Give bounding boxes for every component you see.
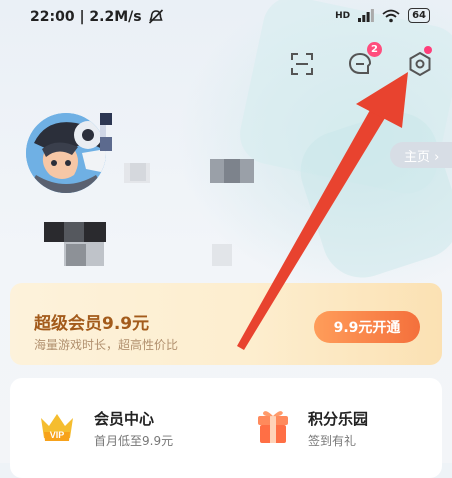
signal-type: HD: [335, 10, 351, 21]
homepage-button[interactable]: 主页 ›: [390, 142, 452, 168]
blurred-nickname-mosaic: [100, 113, 112, 151]
vip-open-button[interactable]: 9.9元开通: [314, 311, 420, 343]
vip-crown-icon: VIP: [41, 414, 73, 441]
avatar[interactable]: [26, 113, 106, 193]
avatar-image: [26, 113, 106, 193]
status-left: 22:00 | 2.2M/s: [30, 9, 165, 25]
blurred-id-mosaic: [44, 222, 232, 266]
entry-title-member-center[interactable]: 会员中心: [94, 408, 154, 429]
vip-banner-title: 超级会员9.9元: [34, 314, 150, 334]
svg-text:VIP: VIP: [50, 430, 65, 440]
status-bar: 22:00 | 2.2M/s HD 64: [0, 0, 452, 34]
status-time-speed: 22:00 | 2.2M/s: [30, 9, 142, 25]
vip-banner[interactable]: 超级会员9.9元 海量游戏时长，超高性价比 9.9元开通: [10, 283, 442, 365]
gift-box-icon: [258, 411, 288, 443]
battery-indicator: 64: [408, 8, 430, 23]
entry-subtitle-points-park: 签到有礼: [308, 434, 357, 448]
mute-notification-icon: [148, 9, 163, 24]
feature-entries-card: VIP 会员中心 首月低至9.9元 积分乐园 签到有礼: [10, 378, 442, 478]
scan-icon[interactable]: [288, 50, 316, 78]
wifi-icon: [382, 9, 400, 22]
entry-subtitle-member-center: 首月低至9.9元: [94, 434, 174, 448]
signal-icon: [358, 9, 374, 22]
settings-icon[interactable]: [406, 50, 434, 78]
message-badge: 2: [367, 42, 382, 57]
blurred-nickname-mosaic: [124, 159, 254, 183]
settings-notification-dot: [424, 46, 432, 54]
entry-title-points-park[interactable]: 积分乐园: [308, 408, 368, 429]
vip-banner-subtitle: 海量游戏时长，超高性价比: [34, 338, 179, 352]
status-right: HD 64: [335, 8, 430, 23]
